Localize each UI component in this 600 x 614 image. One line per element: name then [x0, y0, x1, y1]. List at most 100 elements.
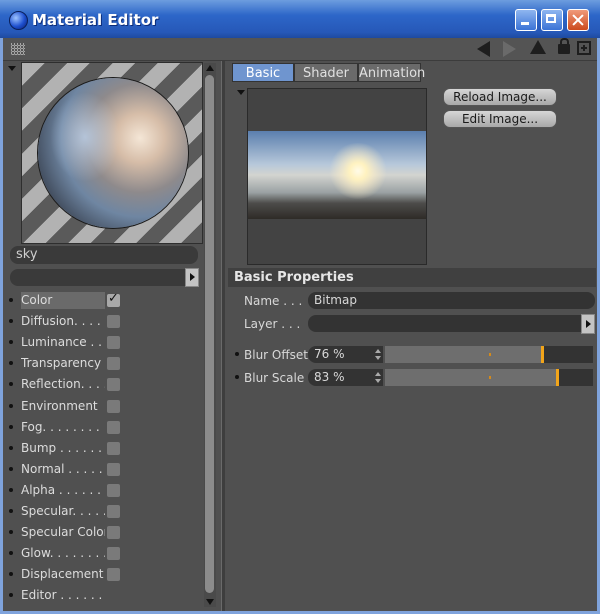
channel-item[interactable]: Diffusion. . . . .: [3, 311, 203, 332]
channel-item[interactable]: Editor . . . . . . .: [3, 585, 203, 606]
channel-item[interactable]: Bump . . . . . . .: [3, 438, 203, 459]
channel-checkbox[interactable]: [107, 526, 120, 540]
channel-dot[interactable]: [9, 319, 13, 324]
channel-label[interactable]: Specular Color: [21, 524, 105, 541]
blur-scale-input[interactable]: 83 %: [308, 369, 383, 386]
material-preview[interactable]: [21, 62, 203, 244]
left-pane: sky Color Diffusion. . . . . Luminance . .…: [3, 61, 221, 611]
dropdown-arrow-icon[interactable]: [185, 268, 199, 287]
channel-label[interactable]: Alpha . . . . . . .: [21, 482, 105, 499]
channel-label[interactable]: Fog. . . . . . . .: [21, 419, 105, 436]
channel-item[interactable]: Transparency: [3, 353, 203, 374]
channel-label[interactable]: Bump . . . . . . .: [21, 440, 105, 457]
channel-checkbox[interactable]: [107, 483, 120, 497]
channel-item[interactable]: Luminance . . .: [3, 332, 203, 353]
reload-image-button[interactable]: Reload Image...: [443, 88, 557, 106]
channel-label[interactable]: Color: [21, 292, 105, 309]
channel-label[interactable]: Glow. . . . . . . .: [21, 545, 105, 562]
channel-checkbox[interactable]: [107, 568, 120, 582]
material-name-field[interactable]: sky: [10, 246, 198, 264]
collapse-arrow-icon[interactable]: [8, 66, 16, 71]
channel-dot[interactable]: [9, 551, 13, 556]
layer-arrow-icon[interactable]: [581, 314, 595, 334]
blur-offset-knob[interactable]: [541, 346, 544, 363]
channel-item[interactable]: Normal . . . . . .: [3, 459, 203, 480]
material-dropdown[interactable]: [10, 269, 185, 286]
scroll-thumb[interactable]: [205, 75, 214, 593]
tab-basic[interactable]: Basic: [232, 63, 294, 82]
channel-label[interactable]: Editor . . . . . . .: [21, 587, 105, 604]
channel-label[interactable]: Reflection. . . .: [21, 376, 105, 393]
channel-item[interactable]: Specular Color: [3, 522, 203, 543]
blur-offset-spinner-icon[interactable]: [375, 346, 383, 363]
left-scrollbar[interactable]: [204, 63, 216, 607]
channel-dot[interactable]: [9, 487, 13, 492]
channel-dot[interactable]: [9, 530, 13, 535]
channel-dot[interactable]: [9, 466, 13, 471]
name-input[interactable]: Bitmap: [308, 292, 595, 309]
channel-item[interactable]: Alpha . . . . . . .: [3, 480, 203, 501]
blur-scale-spinner-icon[interactable]: [375, 369, 383, 386]
scroll-down-icon[interactable]: [206, 599, 214, 605]
channel-dot[interactable]: [9, 403, 13, 408]
channel-checkbox[interactable]: [107, 336, 120, 350]
channel-item[interactable]: Reflection. . . .: [3, 374, 203, 395]
channel-dot[interactable]: [9, 509, 13, 513]
channel-label[interactable]: Luminance . . .: [21, 334, 105, 351]
scroll-up-icon[interactable]: [206, 65, 214, 71]
channel-dot[interactable]: [9, 361, 13, 366]
close-button[interactable]: [567, 9, 589, 31]
grip-icon[interactable]: [11, 43, 25, 55]
channel-label[interactable]: Environment: [21, 398, 105, 415]
channel-label[interactable]: Specular. . . . .: [21, 503, 105, 520]
channel-checkbox[interactable]: [107, 315, 120, 329]
channel-dot[interactable]: [9, 593, 13, 598]
channel-label[interactable]: Normal . . . . . .: [21, 461, 105, 478]
channel-checkbox[interactable]: [107, 399, 120, 413]
right-pane: Basic Shader Animation Reload Image... E…: [225, 61, 597, 611]
channel-item[interactable]: Environment: [3, 396, 203, 417]
lock-icon[interactable]: [558, 38, 570, 54]
blur-offset-dot[interactable]: [235, 352, 239, 356]
channel-checkbox[interactable]: [107, 420, 120, 434]
blur-offset-slider[interactable]: [385, 346, 593, 363]
blur-scale-slider[interactable]: [385, 369, 593, 386]
channel-dot[interactable]: [9, 298, 13, 302]
channel-checkbox[interactable]: [107, 505, 120, 518]
channel-item[interactable]: Fog. . . . . . . .: [3, 417, 203, 438]
channel-item[interactable]: Glow. . . . . . . .: [3, 543, 203, 564]
forward-arrow-icon[interactable]: [503, 41, 516, 57]
blur-scale-dot[interactable]: [235, 375, 239, 379]
channel-dot[interactable]: [9, 424, 13, 429]
channel-dot[interactable]: [9, 382, 13, 387]
up-arrow-icon[interactable]: [530, 40, 546, 54]
channel-checkbox[interactable]: [107, 378, 120, 392]
back-arrow-icon[interactable]: [477, 41, 490, 57]
channel-checkbox[interactable]: [107, 462, 120, 476]
title-bar[interactable]: Material Editor: [0, 0, 600, 38]
maximize-button[interactable]: [541, 9, 563, 31]
channel-checkbox[interactable]: [107, 357, 120, 371]
edit-image-button[interactable]: Edit Image...: [443, 110, 557, 128]
channel-dot[interactable]: [9, 340, 13, 345]
tab-animation[interactable]: Animation: [358, 63, 425, 82]
channel-item[interactable]: Color: [3, 290, 203, 311]
channel-label[interactable]: Displacement: [21, 566, 105, 583]
texture-preview: [247, 88, 427, 265]
minimize-button[interactable]: [515, 9, 537, 31]
channel-checkbox[interactable]: [107, 291, 120, 307]
texture-collapse-icon[interactable]: [237, 90, 245, 95]
channel-item[interactable]: Specular. . . . .: [3, 501, 203, 522]
tab-shader[interactable]: Shader: [294, 63, 358, 82]
blur-offset-input[interactable]: 76 %: [308, 346, 383, 363]
channel-dot[interactable]: [9, 572, 13, 577]
channel-checkbox[interactable]: [107, 547, 120, 561]
new-window-icon[interactable]: [577, 41, 591, 55]
channel-label[interactable]: Diffusion. . . . .: [21, 313, 105, 330]
channel-item[interactable]: Displacement: [3, 564, 203, 585]
channel-checkbox[interactable]: [107, 441, 120, 455]
channel-label[interactable]: Transparency: [21, 355, 105, 372]
channel-dot[interactable]: [9, 445, 13, 450]
layer-input[interactable]: [308, 315, 581, 332]
blur-scale-knob[interactable]: [556, 369, 559, 386]
